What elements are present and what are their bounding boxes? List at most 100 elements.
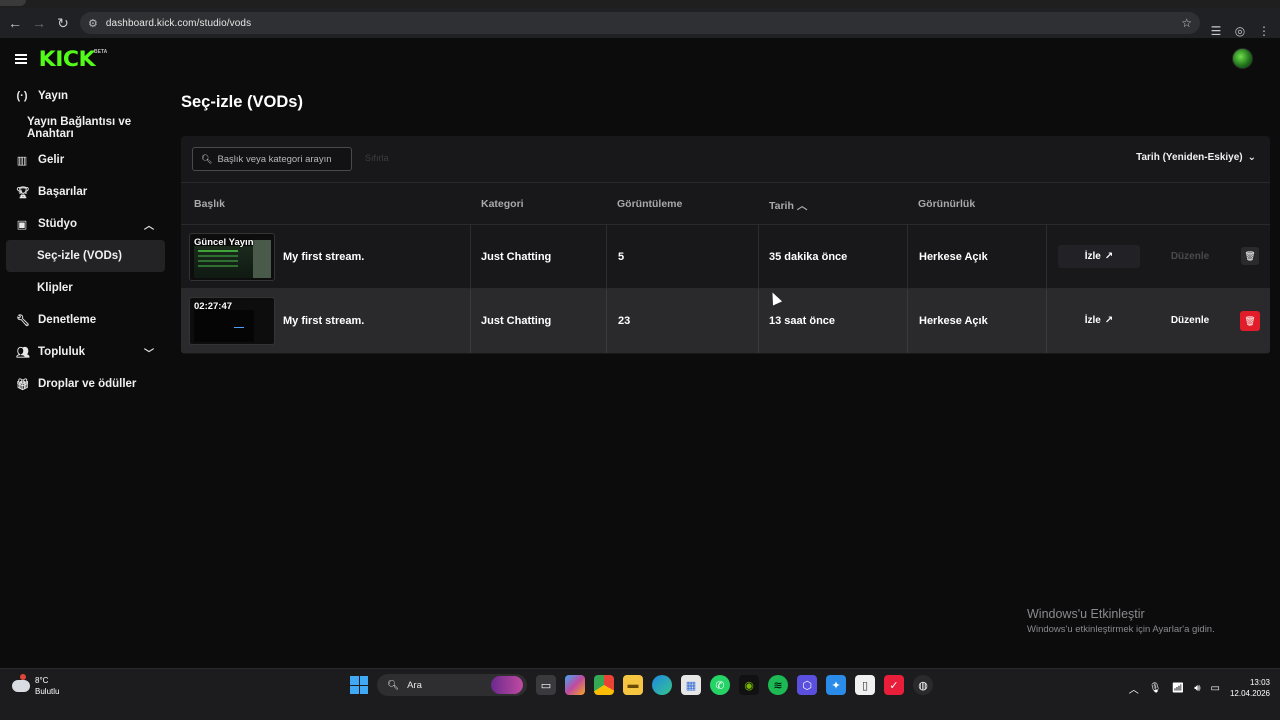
sort-dropdown[interactable]: Tarih (Yeniden-Eskiye) ⌄ <box>1136 152 1256 163</box>
sidebar-item-topluluk[interactable]: 👥︎ Topluluk ﹀ <box>0 336 176 368</box>
sidebar-item-label: Yayın Bağlantısı ve Anahtarı <box>27 116 132 140</box>
trophy-icon: 🏆︎ <box>16 186 30 199</box>
thumbnail-detail <box>234 324 244 328</box>
address-bar[interactable]: ⚙ dashboard.kick.com/studio/vods ☆ <box>80 12 1200 34</box>
column-divider <box>758 289 759 353</box>
vod-thumbnail[interactable]: Güncel Yayın <box>189 233 275 281</box>
column-header-date-label: Tarih <box>769 200 794 212</box>
task-view-icon[interactable]: ▭ <box>536 675 556 695</box>
column-divider <box>470 225 471 289</box>
weather-temp: 8°C <box>35 676 49 685</box>
sidebar-item-label: Gelir <box>38 154 65 166</box>
vod-date: 35 dakika önce <box>769 251 848 263</box>
edit-button[interactable]: Düzenle <box>1150 245 1230 268</box>
duration-badge: 02:27:47 <box>194 301 233 312</box>
sidebar-item-studyo[interactable]: ▣ Stüdyo ︿ <box>0 208 176 240</box>
sidebar-item-droplar[interactable]: 🎁︎ Droplar ve ödüller <box>0 368 176 400</box>
search-input[interactable] <box>217 153 348 165</box>
whatsapp-icon[interactable]: ✆ <box>710 675 730 695</box>
store-icon[interactable]: ▦ <box>681 675 701 695</box>
file-explorer-icon[interactable]: ▬ <box>623 675 643 695</box>
column-header-date[interactable]: Tarih ︿ <box>769 198 807 213</box>
sidebar-item-label: Denetleme <box>38 314 97 326</box>
edit-button[interactable]: Düzenle <box>1150 309 1230 332</box>
search-icon: 🔍︎ <box>201 153 213 164</box>
bookmark-star-icon[interactable]: ☆ <box>1181 16 1192 30</box>
vods-panel: 🔍︎ Sıfırla Tarih (Yeniden-Eskiye) ⌄ Başl… <box>181 136 1270 354</box>
system-tray: ︿ 🎙︎ 📶︎ 🔊︎ ▭ 13:03 12.04.2026 <box>1129 677 1270 699</box>
sidebar-item-denetleme[interactable]: 🔧︎ Denetleme <box>0 304 176 336</box>
pocket-icon[interactable]: ✓ <box>884 675 904 695</box>
vod-title: My first stream. <box>283 315 365 327</box>
app-root: KICK BETA (·) Yayın Yayın Bağlantısı ve … <box>0 38 1280 668</box>
sidebar-item-label: Topluluk <box>38 346 86 358</box>
browser-tab[interactable] <box>0 0 26 6</box>
chart-icon: ▥ <box>16 154 28 167</box>
sidebar-item-gelir[interactable]: ▥ Gelir <box>0 144 176 176</box>
vod-views: 5 <box>618 251 625 263</box>
clock-time: 13:03 <box>1249 678 1270 687</box>
column-divider <box>470 289 471 353</box>
taskbar-search-label: Ara <box>407 679 422 691</box>
column-header-title[interactable]: Başlık <box>194 198 225 210</box>
user-avatar[interactable] <box>1232 48 1253 69</box>
column-divider <box>907 225 908 289</box>
column-divider <box>1046 225 1047 289</box>
watch-button[interactable]: İzle ↗ <box>1058 309 1140 332</box>
taskbar-apps: 🔍︎ Ara ▭ ▬ ▦ ✆ ◉ ≋ ⬡ ✦ ▯ ✓ ◍ <box>350 674 933 696</box>
notepad-icon[interactable]: ▯ <box>855 675 875 695</box>
weather-widget[interactable]: 8°C Bulutlu <box>12 674 60 697</box>
sidebar-item-vods[interactable]: Seç-izle (VODs) <box>6 240 165 272</box>
wifi-icon[interactable]: 📶︎ <box>1171 683 1184 694</box>
back-arrow-icon[interactable]: ← <box>3 11 27 35</box>
column-divider <box>606 289 607 353</box>
trash-icon: 🗑︎ <box>1244 250 1256 261</box>
sidebar-item-label: Droplar ve ödüller <box>38 378 137 390</box>
site-settings-icon[interactable]: ⚙ <box>88 17 98 30</box>
vod-thumbnail[interactable]: 02:27:47 <box>189 297 275 345</box>
hamburger-menu-icon[interactable] <box>15 54 27 64</box>
app-launcher-icon[interactable]: ⬡ <box>797 675 817 695</box>
battery-icon[interactable]: ▭ <box>1211 683 1220 694</box>
sidebar-item-klipler[interactable]: Klipler <box>0 272 176 304</box>
external-link-icon: ↗ <box>1104 251 1114 262</box>
twitter-icon[interactable]: ✦ <box>826 675 846 695</box>
delete-button[interactable]: 🗑︎ <box>1241 247 1259 265</box>
search-field[interactable]: 🔍︎ <box>192 147 352 171</box>
reset-button[interactable]: Sıfırla <box>365 153 389 163</box>
column-header-visibility[interactable]: Görünürlük <box>918 198 975 210</box>
browser-tab-strip <box>0 0 1280 8</box>
vod-views: 23 <box>618 315 631 327</box>
obs-icon[interactable]: ◍ <box>913 675 933 695</box>
spotify-icon[interactable]: ≋ <box>768 675 788 695</box>
column-divider <box>907 289 908 353</box>
table-row: Güncel Yayın My first stream. Just Chatt… <box>181 225 1270 289</box>
column-header-category[interactable]: Kategori <box>481 198 524 210</box>
chevron-up-icon: ︿ <box>144 220 154 232</box>
taskbar-search[interactable]: 🔍︎ Ara <box>377 674 527 696</box>
kick-logo[interactable]: KICK <box>39 47 96 71</box>
volume-icon[interactable]: 🔊︎ <box>1194 683 1200 694</box>
forward-arrow-icon[interactable]: → <box>27 11 51 35</box>
copilot-icon[interactable] <box>565 675 585 695</box>
sidebar-item-yayin[interactable]: (·) Yayın <box>0 80 176 112</box>
windows-start-icon[interactable] <box>350 676 368 694</box>
system-clock[interactable]: 13:03 12.04.2026 <box>1230 677 1270 699</box>
chevron-up-icon[interactable]: ︿ <box>1129 681 1139 696</box>
sidebar-item-basarilar[interactable]: 🏆︎ Başarılar <box>0 176 176 208</box>
sidebar-item-label: Stüdyo <box>38 218 77 230</box>
chrome-icon[interactable] <box>594 675 614 695</box>
nvidia-icon[interactable]: ◉ <box>739 675 759 695</box>
watch-button[interactable]: İzle ↗ <box>1058 245 1140 268</box>
studio-icon: ▣ <box>16 218 28 231</box>
microphone-icon[interactable]: 🎙︎ <box>1149 683 1162 694</box>
vod-visibility: Herkese Açık <box>919 251 988 263</box>
column-header-views[interactable]: Görüntüleme <box>617 198 682 210</box>
delete-button[interactable]: 🗑︎ <box>1240 311 1260 331</box>
reload-icon[interactable]: ↻ <box>51 11 75 35</box>
edge-icon[interactable] <box>652 675 672 695</box>
sidebar-item-stream-key[interactable]: Yayın Bağlantısı ve Anahtarı <box>0 112 176 144</box>
thumbnail-sidebar <box>253 240 271 278</box>
chevron-down-icon: ﹀ <box>144 348 154 360</box>
weather-desc: Bulutlu <box>35 687 60 696</box>
